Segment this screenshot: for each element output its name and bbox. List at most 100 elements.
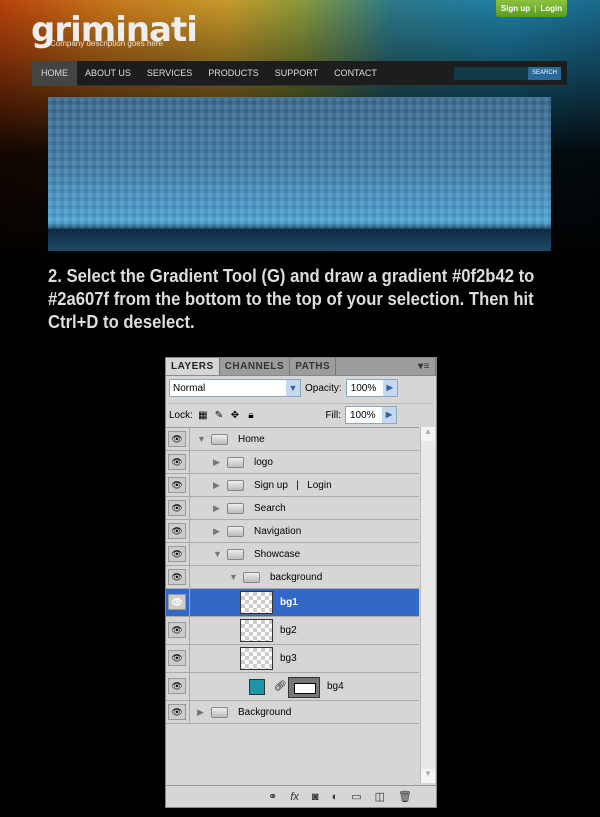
lock-move-icon[interactable]: ✥ [229, 410, 241, 421]
nav-products[interactable]: PRODUCTS [200, 61, 267, 86]
folder-icon [243, 571, 260, 583]
fx-icon[interactable]: fx [290, 791, 299, 803]
nav-home[interactable]: HOME [32, 60, 77, 86]
gutter-divider [189, 701, 190, 723]
scroll-up-icon[interactable]: ▲ [421, 427, 435, 441]
lock-transparency-icon[interactable]: ▦ [197, 410, 209, 421]
chevron-down-icon: ▼ [286, 380, 300, 396]
layer-row[interactable]: 👁︎ ▼ Showcase [166, 543, 419, 566]
lock-brush-icon[interactable]: ✎ [213, 410, 225, 421]
site-nav: HOME ABOUT US SERVICES PRODUCTS SUPPORT … [32, 60, 567, 86]
gutter-divider [189, 673, 190, 700]
nav-services[interactable]: SERVICES [139, 61, 200, 86]
visibility-eye-icon[interactable]: 👁︎ [168, 454, 186, 470]
trash-icon[interactable]: 🗑︎ [398, 790, 412, 803]
layer-row[interactable]: 👁︎ bg3 [166, 645, 419, 673]
layer-mask-thumbnail[interactable] [288, 677, 320, 698]
blend-mode-select[interactable]: Normal ▼ [169, 379, 301, 397]
color-fill-thumbnail[interactable] [249, 679, 265, 695]
arrow-right-icon[interactable]: ▶ [382, 380, 397, 396]
layer-name: bg2 [280, 625, 297, 636]
visibility-eye-icon[interactable]: 👁︎ [168, 704, 186, 720]
link-layers-icon[interactable]: ⚭ [268, 790, 277, 803]
layer-row[interactable]: 👁︎ ▶ Search [166, 497, 419, 520]
add-mask-icon[interactable]: ◙ [312, 791, 319, 803]
expand-down-icon[interactable]: ▼ [229, 572, 238, 582]
nav-support[interactable]: SUPPORT [267, 61, 326, 86]
tab-channels[interactable]: CHANNELS [220, 358, 291, 375]
auth-separator: | [534, 4, 537, 13]
visibility-eye-icon[interactable]: 👁︎ [168, 678, 186, 694]
folder-icon [211, 433, 228, 445]
opacity-input[interactable]: 100% ▶ [345, 379, 398, 397]
layer-name: logo [254, 456, 273, 468]
search-input[interactable]: SEARCH [454, 67, 561, 80]
layer-row[interactable]: 👁︎ ▶ Background [166, 701, 419, 724]
login-link[interactable]: Login [540, 4, 562, 13]
expand-right-icon[interactable]: ▶ [213, 480, 220, 491]
folder-icon [227, 525, 244, 537]
lock-label: Lock: [169, 409, 193, 421]
search-button[interactable]: SEARCH [527, 67, 561, 80]
layer-name: Background [238, 706, 292, 718]
visibility-eye-icon[interactable]: 👁︎ [168, 594, 186, 610]
layers-scrollbar[interactable]: ▲ ▼ [420, 427, 435, 783]
layer-row[interactable]: 👁︎ ▼ background [166, 566, 419, 589]
layer-name: bg4 [327, 681, 344, 692]
adjustment-layer-icon[interactable]: ◐ [332, 791, 339, 803]
folder-icon [227, 456, 244, 468]
expand-down-icon[interactable]: ▼ [197, 434, 206, 444]
expand-right-icon[interactable]: ▶ [197, 707, 204, 718]
fill-input[interactable]: 100% ▶ [345, 406, 397, 424]
layer-name: Sign up | Login [254, 479, 332, 491]
gutter-divider [189, 566, 190, 588]
layer-name: background [270, 571, 323, 583]
layer-name: Home [238, 433, 265, 445]
layer-row[interactable]: 👁︎ bg2 [166, 617, 419, 645]
visibility-eye-icon[interactable]: 👁︎ [168, 500, 186, 516]
nav-about[interactable]: ABOUT US [77, 61, 139, 86]
expand-down-icon[interactable]: ▼ [213, 549, 222, 559]
gutter-divider [189, 451, 190, 473]
lock-all-icon[interactable]: 🔒︎ [245, 410, 257, 421]
layer-row[interactable]: 👁︎ ▶ Sign up | Login [166, 474, 419, 497]
gutter-divider [189, 617, 190, 644]
expand-right-icon[interactable]: ▶ [213, 503, 220, 514]
expand-right-icon[interactable]: ▶ [213, 526, 220, 537]
folder-icon [211, 706, 228, 718]
visibility-eye-icon[interactable]: 👁︎ [168, 569, 186, 585]
layer-row[interactable]: 👁︎ 🔗︎ bg4 [166, 673, 419, 701]
panel-menu-icon[interactable]: ▾≡ [413, 358, 436, 375]
new-layer-icon[interactable]: ◫ [375, 790, 385, 803]
layer-thumbnail [240, 619, 273, 642]
layer-name: bg3 [280, 653, 297, 664]
visibility-eye-icon[interactable]: 👁︎ [168, 431, 186, 447]
visibility-eye-icon[interactable]: 👁︎ [168, 477, 186, 493]
instruction-text: 2. Select the Gradient Tool (G) and draw… [48, 265, 535, 332]
folder-icon [227, 502, 244, 514]
layer-row[interactable]: 👁︎ ▶ Navigation [166, 520, 419, 543]
visibility-eye-icon[interactable]: 👁︎ [168, 622, 186, 638]
chain-link-icon[interactable]: 🔗︎ [274, 681, 287, 692]
visibility-eye-icon[interactable]: 👁︎ [168, 650, 186, 666]
layer-name: bg1 [280, 597, 298, 608]
layer-row[interactable]: 👁︎ ▼ Home [166, 428, 419, 451]
blend-mode-value: Normal [173, 382, 206, 394]
visibility-eye-icon[interactable]: 👁︎ [168, 523, 186, 539]
nav-contact[interactable]: CONTACT [326, 61, 385, 86]
arrow-right-icon[interactable]: ▶ [382, 407, 396, 423]
scroll-down-icon[interactable]: ▼ [421, 769, 435, 783]
tab-layers[interactable]: LAYERS [166, 358, 220, 375]
layer-thumbnail [240, 591, 273, 614]
layer-row[interactable]: 👁︎ bg1 [166, 589, 419, 617]
tab-paths[interactable]: PATHS [290, 358, 337, 375]
layer-row[interactable]: 👁︎ ▶ logo [166, 451, 419, 474]
new-group-icon[interactable]: ▭ [351, 790, 361, 803]
gutter-divider [189, 428, 190, 450]
expand-right-icon[interactable]: ▶ [213, 457, 220, 468]
fill-label: Fill: [325, 409, 341, 421]
layer-name: Search [254, 502, 286, 514]
signup-link[interactable]: Sign up [501, 4, 530, 13]
fill-value: 100% [350, 409, 376, 421]
visibility-eye-icon[interactable]: 👁︎ [168, 546, 186, 562]
